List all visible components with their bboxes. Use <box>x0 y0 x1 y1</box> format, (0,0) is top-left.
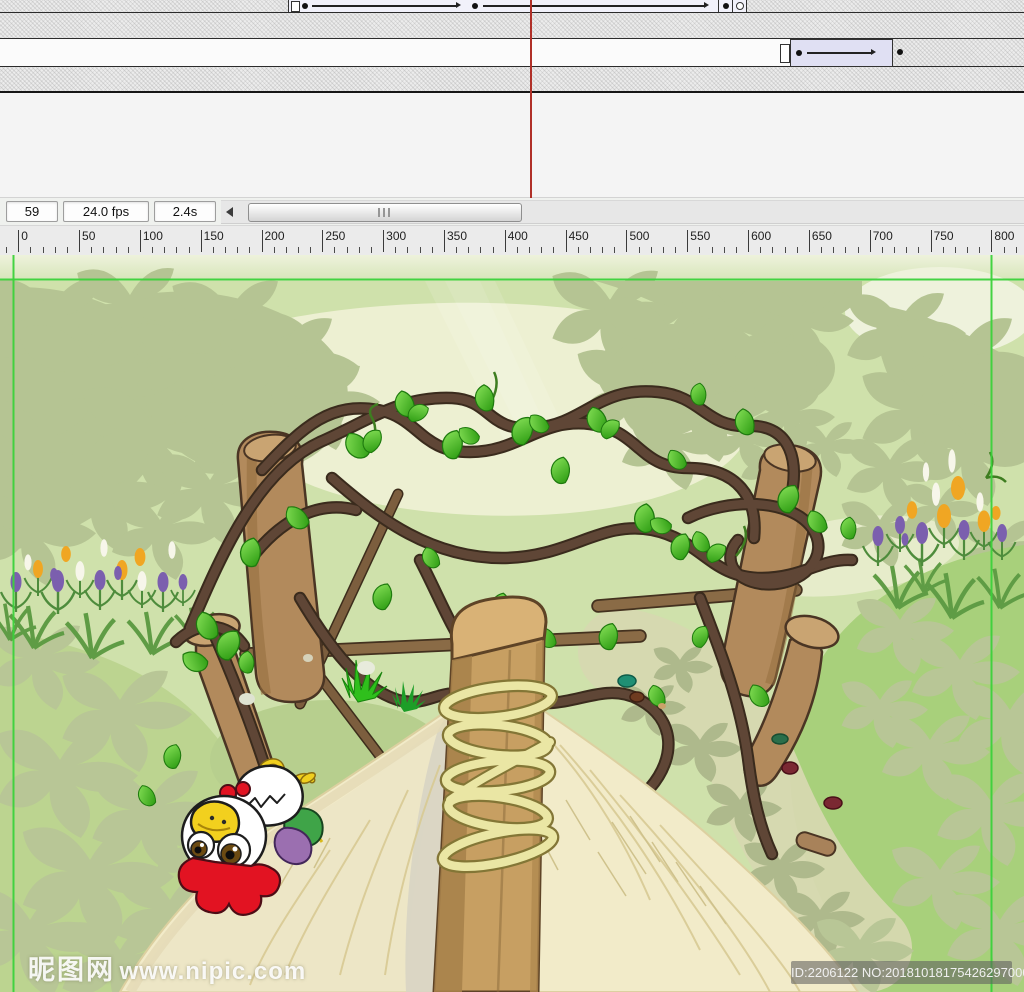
frame-rate-display[interactable]: 24.0 fps <box>63 201 149 222</box>
watermark-site: 昵图网 www.nipic.com <box>28 948 306 987</box>
timeline-status-bar: 59 24.0 fps 2.4s <box>0 197 1024 226</box>
keyframe-dot[interactable] <box>723 3 729 9</box>
tween-arrow-head <box>871 49 876 55</box>
stage-canvas[interactable]: 昵图网 www.nipic.com ID:2206122 NO:20181018… <box>0 255 1024 992</box>
motion-tween-span-row3[interactable] <box>790 39 893 67</box>
tween-arrow-line <box>807 52 871 54</box>
scrollbar-grip-icon <box>378 208 392 217</box>
span-start-marker[interactable] <box>291 1 300 12</box>
timeline-panel <box>0 0 1024 198</box>
keyframe-dot[interactable] <box>897 49 903 55</box>
timeline-empty-area[interactable] <box>0 93 1024 198</box>
tween-arrow-line <box>483 5 704 7</box>
current-frame-display: 59 <box>6 201 58 222</box>
keyframe-dot[interactable] <box>472 3 478 9</box>
scrollbar-left-arrow-icon[interactable] <box>223 206 237 218</box>
tween-arrow-head <box>456 2 461 8</box>
timeline-row-3-empty-frames[interactable] <box>893 39 1024 66</box>
watermark-site-url: www.nipic.com <box>119 958 307 985</box>
frame-divider <box>732 0 733 12</box>
timeline-layer-row-4[interactable] <box>0 67 1024 91</box>
watermark-image-id: ID:2206122 NO:20181018175426297000 <box>791 961 1024 984</box>
watermark-site-name: 昵图网 <box>28 955 115 985</box>
flash-editor-window: { "timeline": { "current_frame": "59", "… <box>0 0 1024 992</box>
wooden-pole[interactable] <box>432 595 560 992</box>
keyframe-dot[interactable] <box>796 50 802 56</box>
empty-keyframe-dot[interactable] <box>736 2 744 10</box>
frame-divider <box>718 0 719 12</box>
tween-arrow-line <box>312 5 456 7</box>
tween-arrow-head <box>704 2 709 8</box>
span-start-marker[interactable] <box>780 44 790 63</box>
timeline-scrollbar-thumb[interactable] <box>248 203 522 222</box>
keyframe-dot[interactable] <box>302 3 308 9</box>
playhead[interactable] <box>530 0 532 198</box>
stage-ruler[interactable]: 0 50 100 150 200 250 300 350 400 450 500 550 600 650 7… <box>0 225 1024 257</box>
timeline-layer-row-2[interactable] <box>0 13 1024 38</box>
motion-tween-span-row1[interactable] <box>288 0 747 12</box>
timeline-scrollbar-track[interactable] <box>221 200 1024 224</box>
elapsed-time-display: 2.4s <box>154 201 216 222</box>
